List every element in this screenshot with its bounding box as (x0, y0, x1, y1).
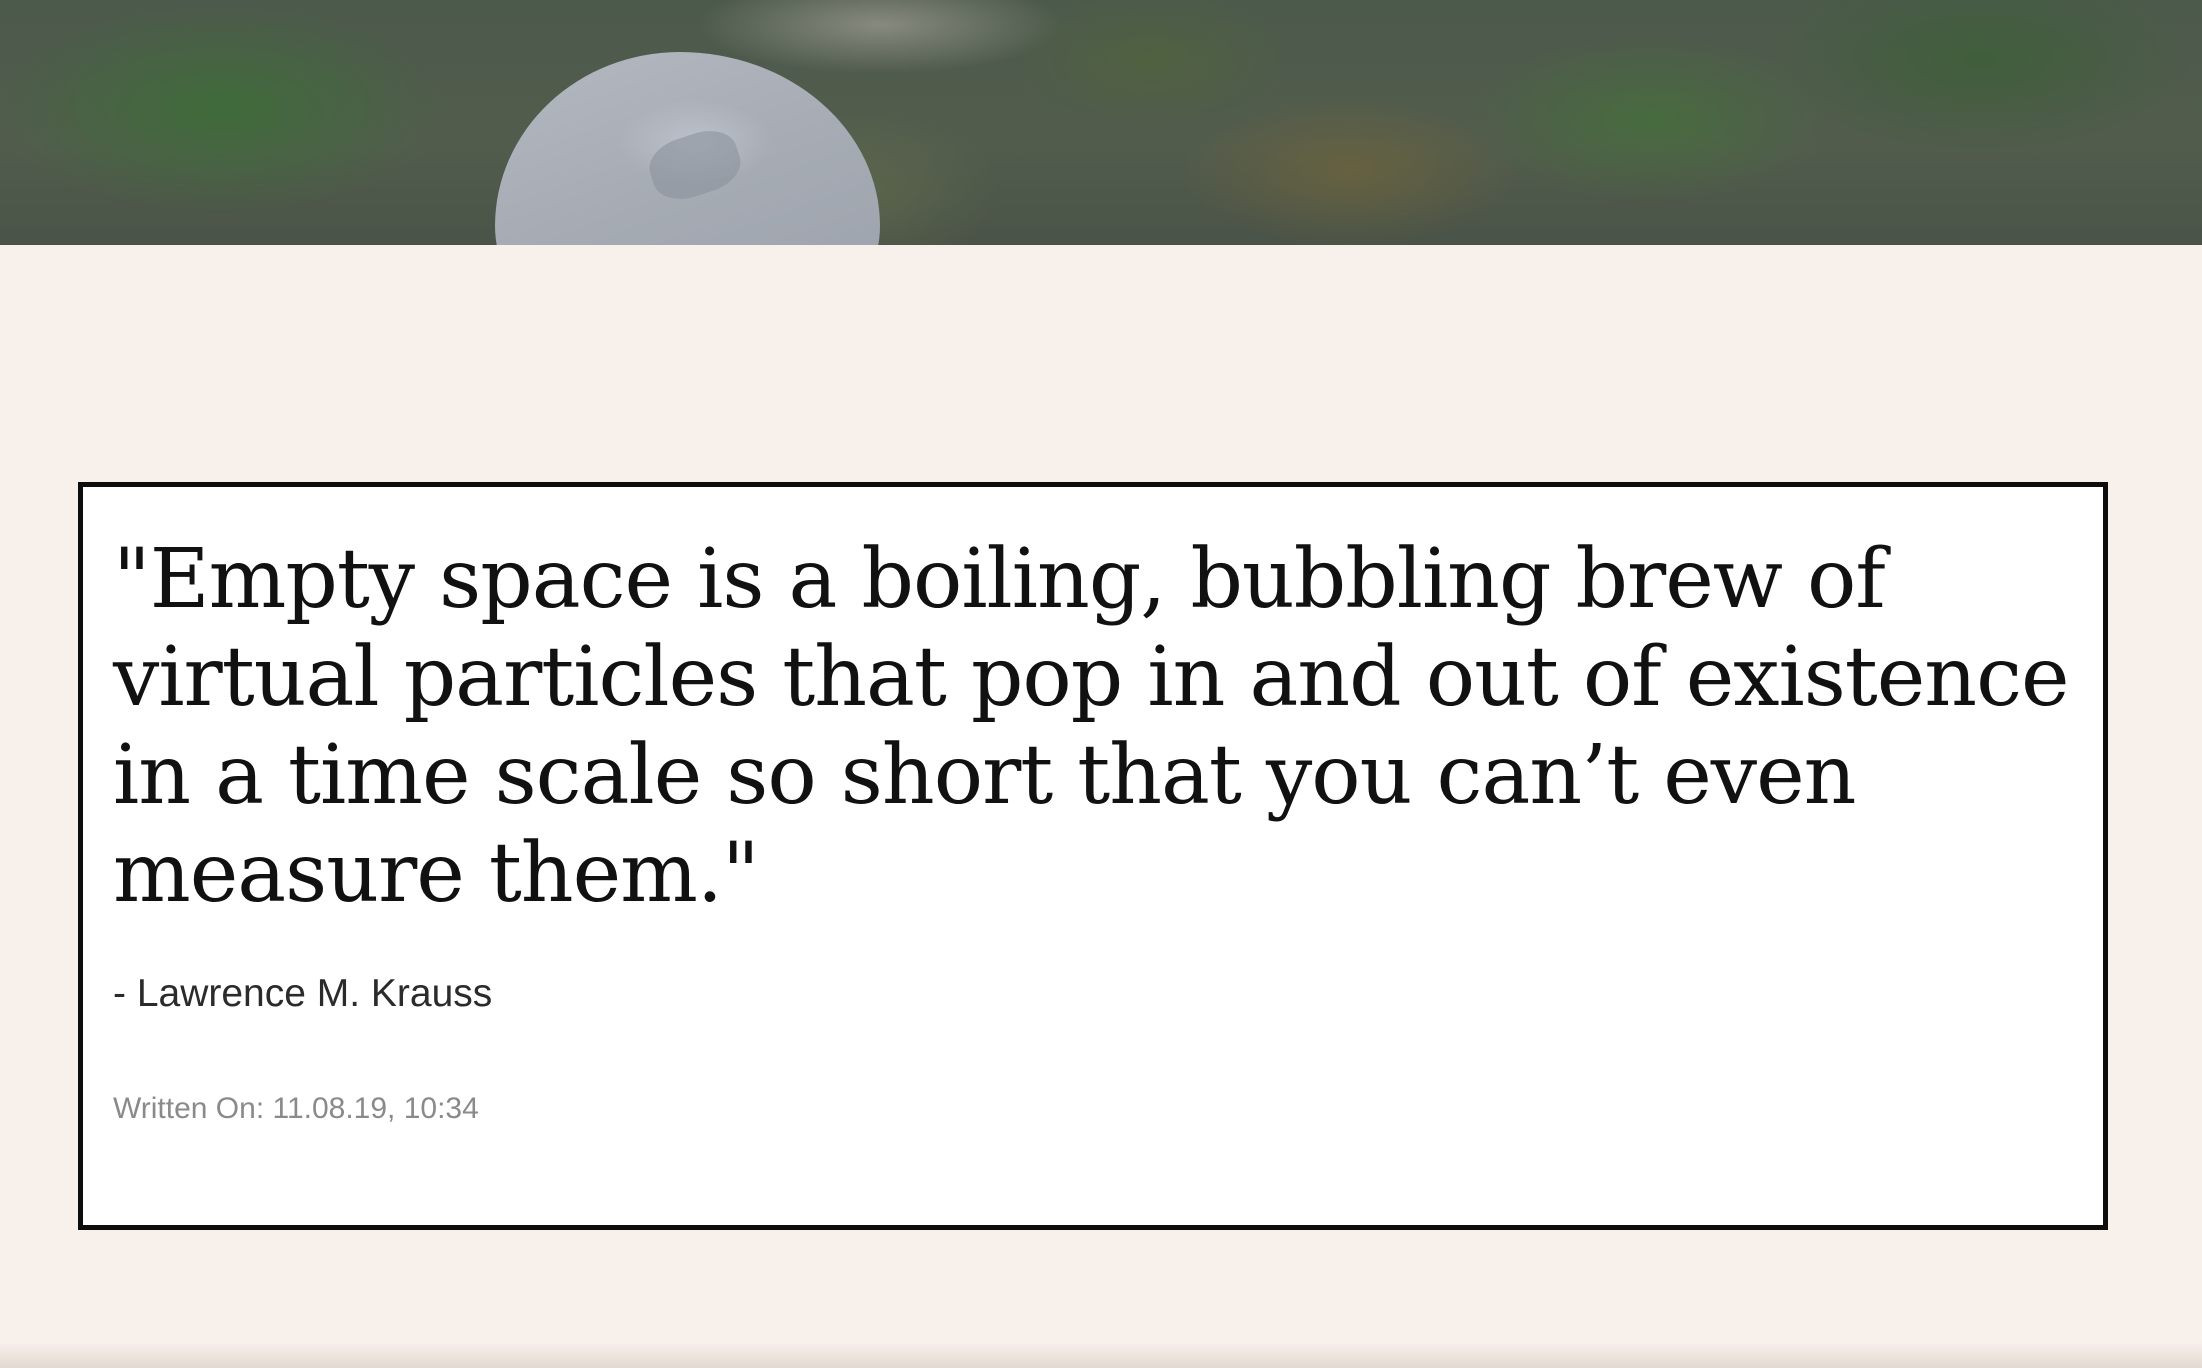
quote-text: "Empty space is a boiling, bubbling brew… (113, 532, 2070, 921)
hero-image (0, 0, 2202, 245)
written-on-timestamp: Written On: 11.08.19, 10:34 (113, 1092, 479, 1125)
page: "Empty space is a boiling, bubbling brew… (0, 0, 2202, 1368)
quote-card: "Empty space is a boiling, bubbling brew… (78, 482, 2108, 1230)
quote-author: - Lawrence M. Krauss (113, 972, 493, 1015)
bottom-shadow (0, 1342, 2202, 1368)
